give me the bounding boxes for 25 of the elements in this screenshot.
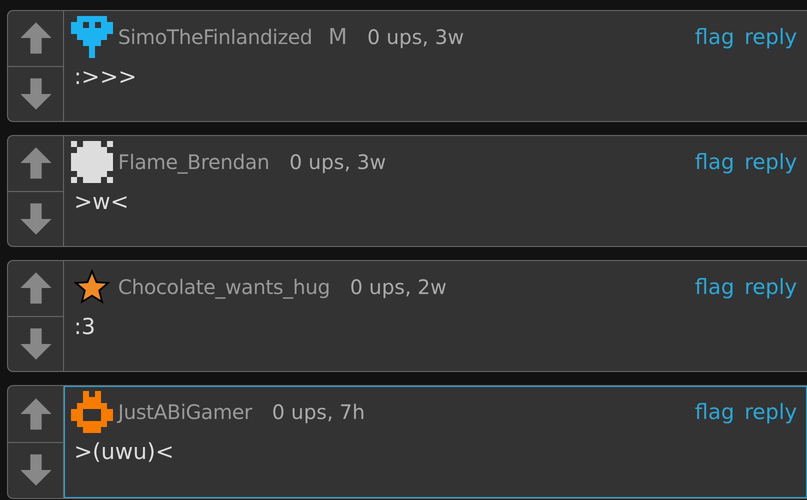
action-link[interactable]: flag [694,400,734,424]
comment-text: >(uwu)< [73,439,175,465]
avatar-icon [71,141,113,183]
user-mark-label: M [328,24,348,50]
comment-text: :>>> [73,64,138,90]
username[interactable]: SimoTheFinlandized [118,25,312,49]
action-link[interactable]: flag [694,150,734,174]
username[interactable]: Chocolate_wants_hug [118,275,330,299]
comment-meta: 0 ups, 3w [367,25,464,49]
comment-meta: 0 ups, 7h [272,400,365,424]
comment-meta: 0 ups, 3w [289,150,386,174]
username[interactable]: Flame_Brendan [118,150,270,174]
comment-text: :3 [73,314,96,340]
action-link[interactable]: reply [744,25,797,49]
username[interactable]: JustABiGamer [118,400,252,424]
action-link[interactable]: reply [744,275,797,299]
star-icon [74,269,110,305]
avatar-icon [71,391,113,433]
avatar-icon [71,16,113,58]
action-link[interactable]: reply [744,400,797,424]
action-link[interactable]: reply [744,150,797,174]
action-link[interactable]: flag [694,25,734,49]
comment-text: >w< [73,189,130,215]
action-link[interactable]: flag [694,275,734,299]
comment-meta: 0 ups, 2w [350,275,447,299]
